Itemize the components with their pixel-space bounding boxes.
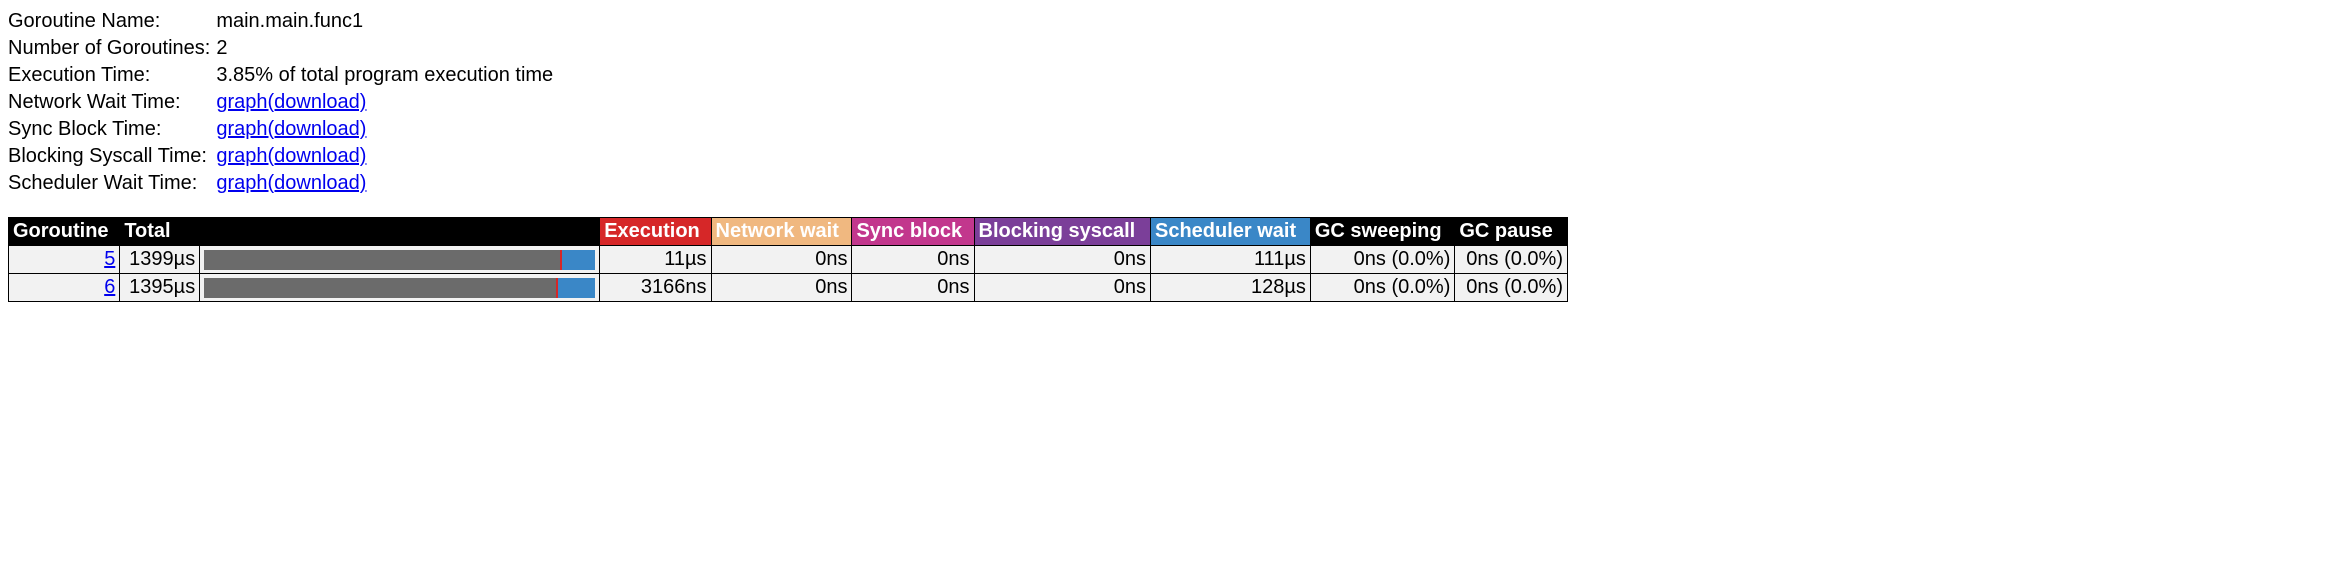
cell-network: 0ns [711,274,852,302]
info-count-value: 2 [216,35,559,62]
info-count-label: Number of Goroutines: [8,35,216,62]
sync-download-link[interactable]: (download) [267,118,366,140]
bar-segment-other [204,278,556,298]
info-exec-label: Execution Time: [8,62,216,89]
sync-graph-link[interactable]: graph [216,118,267,140]
header-execution: Execution [600,218,711,246]
info-name-label: Goroutine Name: [8,8,216,35]
cell-gc_sweeping: 0ns (0.0%) [1310,246,1455,274]
info-network-label: Network Wait Time: [8,89,216,116]
bar-segment-scheduler [558,278,596,298]
bar-segment-scheduler [562,250,595,270]
bar-segment-other [204,250,560,270]
header-goroutine: Goroutine [9,218,120,246]
cell-execution: 11µs [600,246,711,274]
header-total: Total [120,218,600,246]
cell-network: 0ns [711,246,852,274]
header-gc-pause: GC pause [1455,218,1568,246]
header-network: Network wait [711,218,852,246]
info-scheduler-label: Scheduler Wait Time: [8,170,216,197]
blocking-download-link[interactable]: (download) [267,145,366,167]
cell-total: 1395µs [120,274,200,302]
info-sync-label: Sync Block Time: [8,116,216,143]
cell-goroutine-id: 5 [9,246,120,274]
goroutine-info-table: Goroutine Name: main.main.func1 Number o… [8,8,559,197]
cell-blocking: 0ns [974,246,1150,274]
cell-bar [200,274,600,302]
time-bar [204,250,595,270]
info-exec-value: 3.85% of total program execution time [216,62,559,89]
scheduler-graph-link[interactable]: graph [216,172,267,194]
table-row: 61395µs3166ns0ns0ns0ns128µs0ns (0.0%)0ns… [9,274,1568,302]
blocking-graph-link[interactable]: graph [216,145,267,167]
header-blocking: Blocking syscall [974,218,1150,246]
cell-sync: 0ns [852,274,974,302]
cell-blocking: 0ns [974,274,1150,302]
time-bar [204,278,595,298]
header-gc-sweeping: GC sweeping [1310,218,1455,246]
header-scheduler: Scheduler wait [1150,218,1310,246]
cell-gc_pause: 0ns (0.0%) [1455,274,1568,302]
cell-total: 1399µs [120,246,200,274]
table-row: 51399µs11µs0ns0ns0ns111µs0ns (0.0%)0ns (… [9,246,1568,274]
goroutine-link[interactable]: 5 [104,248,115,270]
info-name-value: main.main.func1 [216,8,559,35]
header-sync: Sync block [852,218,974,246]
cell-goroutine-id: 6 [9,274,120,302]
network-download-link[interactable]: (download) [267,91,366,113]
cell-scheduler: 128µs [1150,274,1310,302]
cell-gc_sweeping: 0ns (0.0%) [1310,274,1455,302]
cell-sync: 0ns [852,246,974,274]
goroutine-link[interactable]: 6 [104,276,115,298]
network-graph-link[interactable]: graph [216,91,267,113]
cell-gc_pause: 0ns (0.0%) [1455,246,1568,274]
info-blocking-label: Blocking Syscall Time: [8,143,216,170]
goroutine-data-table: Goroutine Total Execution Network wait S… [8,217,1568,302]
cell-execution: 3166ns [600,274,711,302]
cell-bar [200,246,600,274]
cell-scheduler: 111µs [1150,246,1310,274]
scheduler-download-link[interactable]: (download) [267,172,366,194]
